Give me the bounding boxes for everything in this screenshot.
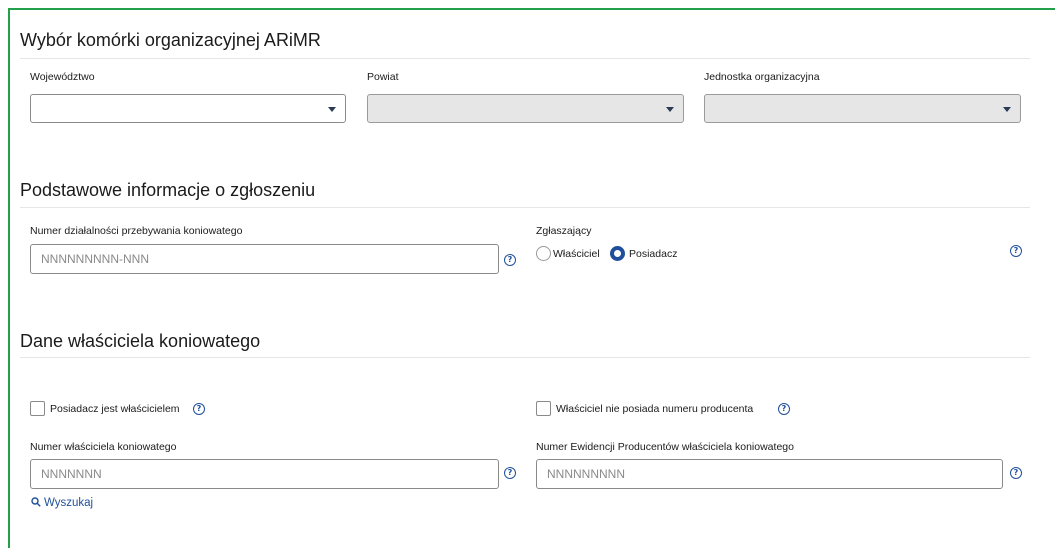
caret-down-icon bbox=[328, 107, 336, 112]
numer-wlasciciela-input[interactable] bbox=[30, 459, 499, 489]
help-circle-icon[interactable]: ? bbox=[778, 403, 790, 415]
numer-dzialalnosci-label: Numer działalności przebywania koniowate… bbox=[30, 225, 243, 237]
numer-dzialalnosci-input[interactable] bbox=[30, 244, 499, 274]
brak-numeru-producenta-checkbox[interactable] bbox=[536, 401, 551, 416]
caret-down-icon bbox=[666, 107, 674, 112]
numer-ewidencji-label: Numer Ewidencji Producentów właściciela … bbox=[536, 441, 794, 453]
search-link-label[interactable]: Wyszukaj bbox=[44, 497, 93, 509]
section-divider bbox=[20, 207, 1030, 208]
numer-ewidencji-input[interactable] bbox=[536, 459, 1003, 489]
section-title-basic: Podstawowe informacje o zgłoszeniu bbox=[20, 180, 316, 200]
brak-numeru-producenta-label[interactable]: Właściciel nie posiada numeru producenta bbox=[556, 403, 753, 415]
radio-wlasciciel-label[interactable]: Właściciel bbox=[553, 248, 600, 260]
help-circle-icon[interactable]: ? bbox=[504, 254, 516, 266]
zglaszajacy-label: Zgłaszający bbox=[536, 225, 592, 237]
caret-down-icon bbox=[1003, 107, 1011, 112]
jednostka-label: Jednostka organizacyjna bbox=[704, 71, 820, 83]
posiadacz-wlasciciel-label[interactable]: Posiadacz jest właścicielem bbox=[50, 403, 180, 415]
section-title-unit: Wybór komórki organizacyjnej ARiMR bbox=[20, 30, 321, 50]
radio-posiadacz[interactable] bbox=[610, 246, 625, 261]
wojewodztwo-select[interactable] bbox=[30, 94, 346, 123]
help-circle-icon[interactable]: ? bbox=[1010, 245, 1022, 257]
numer-wlasciciela-label: Numer właściciela koniowatego bbox=[30, 441, 177, 453]
radio-wlasciciel[interactable] bbox=[536, 246, 551, 261]
search-icon bbox=[31, 497, 41, 507]
jednostka-select bbox=[704, 94, 1021, 123]
powiat-select bbox=[367, 94, 684, 123]
help-circle-icon[interactable]: ? bbox=[504, 467, 516, 479]
radio-posiadacz-label[interactable]: Posiadacz bbox=[629, 248, 677, 260]
posiadacz-wlasciciel-checkbox[interactable] bbox=[30, 401, 45, 416]
wojewodztwo-label: Województwo bbox=[30, 71, 95, 83]
search-link[interactable]: Wyszukaj bbox=[31, 497, 93, 509]
section-divider bbox=[20, 357, 1030, 358]
help-circle-icon[interactable]: ? bbox=[193, 403, 205, 415]
help-circle-icon[interactable]: ? bbox=[1010, 467, 1022, 479]
section-title-owner: Dane właściciela koniowatego bbox=[20, 331, 261, 351]
powiat-label: Powiat bbox=[367, 71, 399, 83]
section-divider bbox=[20, 58, 1030, 59]
